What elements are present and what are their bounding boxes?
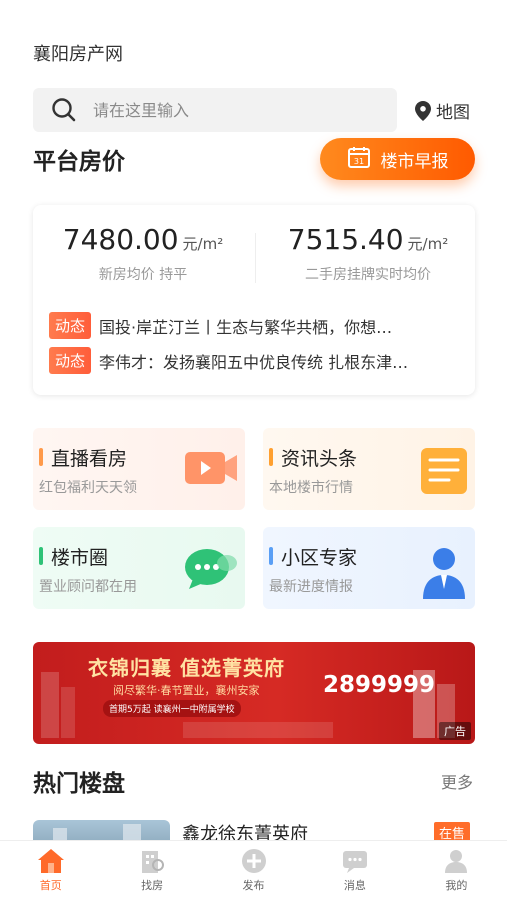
calendar-day: 31 [353,157,363,166]
tile-live-viewing[interactable]: 直播看房 红包福利天天领 [33,428,245,510]
search-bar[interactable] [33,88,397,132]
app-title: 襄阳房产网 [33,44,123,65]
expert-person-icon [419,545,469,605]
news-text: 李伟才：发扬襄阳五中优良传统 扎根东津… [99,352,409,372]
second-hand-price-value: 7515.40 [287,223,404,256]
map-link[interactable]: 地图 [415,98,470,123]
tab-messages[interactable]: 消息 [304,841,405,900]
tile-title: 资讯头条 [281,448,358,470]
morning-report-button[interactable]: 31 楼市早报 [320,138,475,180]
second-hand-price[interactable]: 7515.40 元/m² 二手房挂牌实时均价 [258,223,478,284]
tile-subtitle: 最新进度情报 [269,579,353,595]
tile-subtitle: 本地楼市行情 [269,480,353,496]
search-icon [51,97,77,123]
news-tag: 动态 [49,312,92,339]
search-input[interactable] [93,100,373,120]
tab-label: 首页 [39,879,62,892]
location-pin-icon [415,100,431,121]
new-house-price-value: 7480.00 [62,223,179,256]
banner-headline: 衣锦归襄 值选菁英府 [88,656,285,680]
tile-accent-bar [39,448,43,466]
tile-title: 楼市圈 [51,547,109,569]
ad-banner[interactable]: 衣锦归襄 值选菁英府 阅尽繁华·春节置业，襄州安家 首期5万起 读襄州一中附属学… [33,642,475,744]
calendar-icon: 31 [347,145,371,174]
tab-label: 找房 [141,879,164,892]
more-link[interactable]: 更多 [441,769,473,793]
tab-home[interactable]: 首页 [0,841,101,900]
video-camera-icon [183,446,239,494]
tile-subtitle: 红包福利天天领 [39,480,137,496]
tile-accent-bar [269,547,273,565]
tile-news-headlines[interactable]: 资讯头条 本地楼市行情 [263,428,475,510]
tab-find-house[interactable]: 找房 [101,841,202,900]
platform-price-title: 平台房价 [33,149,125,175]
tile-title: 小区专家 [281,547,358,569]
hot-projects-title: 热门楼盘 [33,771,125,797]
tile-title: 直播看房 [51,448,128,470]
new-house-price-label: 新房均价 持平 [98,267,188,283]
bottom-tab-bar: 首页 找房 发布 消息 我的 [0,840,507,900]
banner-promo: 首期5万起 读襄州一中附属学校 [103,700,241,717]
banner-subline: 阅尽繁华·春节置业，襄州安家 [113,684,260,697]
tile-property-circle[interactable]: 楼市圈 置业顾问都在用 [33,527,245,609]
chat-bubble-icon [183,545,239,595]
building-search-icon [142,851,165,873]
home-icon [37,849,64,873]
news-item[interactable]: 动态 李伟才：发扬襄阳五中优良传统 扎根东津… [49,347,469,374]
price-divider [255,233,256,283]
second-hand-price-unit: 元/m² [407,235,449,253]
news-tag: 动态 [49,347,92,374]
tab-label: 消息 [343,879,366,892]
morning-report-label: 楼市早报 [380,151,449,172]
document-list-icon [419,446,469,500]
tab-publish[interactable]: 发布 [203,841,304,900]
price-card: 7480.00 元/m² 新房均价 持平 7515.40 元/m² 二手房挂牌实时均… [33,205,475,395]
plus-circle-icon [241,849,266,873]
tile-community-expert[interactable]: 小区专家 最新进度情报 [263,527,475,609]
message-icon [342,851,367,873]
second-hand-price-label: 二手房挂牌实时均价 [305,267,431,283]
new-house-price-unit: 元/m² [182,235,224,253]
news-item[interactable]: 动态 国投·岸芷汀兰丨生态与繁华共栖，你想… [49,312,469,339]
user-icon [445,850,468,873]
news-text: 国投·岸芷汀兰丨生态与繁华共栖，你想… [99,317,393,337]
tab-label: 发布 [242,879,265,892]
banner-phone: 2899999 [323,672,436,698]
new-house-price[interactable]: 7480.00 元/m² 新房均价 持平 [33,223,253,284]
tab-profile[interactable]: 我的 [406,841,507,900]
tile-subtitle: 置业顾问都在用 [39,579,137,595]
tile-accent-bar [39,547,43,565]
ad-tag: 广告 [439,722,471,740]
tile-accent-bar [269,448,273,466]
map-label: 地图 [436,103,470,123]
tab-label: 我的 [445,879,468,892]
